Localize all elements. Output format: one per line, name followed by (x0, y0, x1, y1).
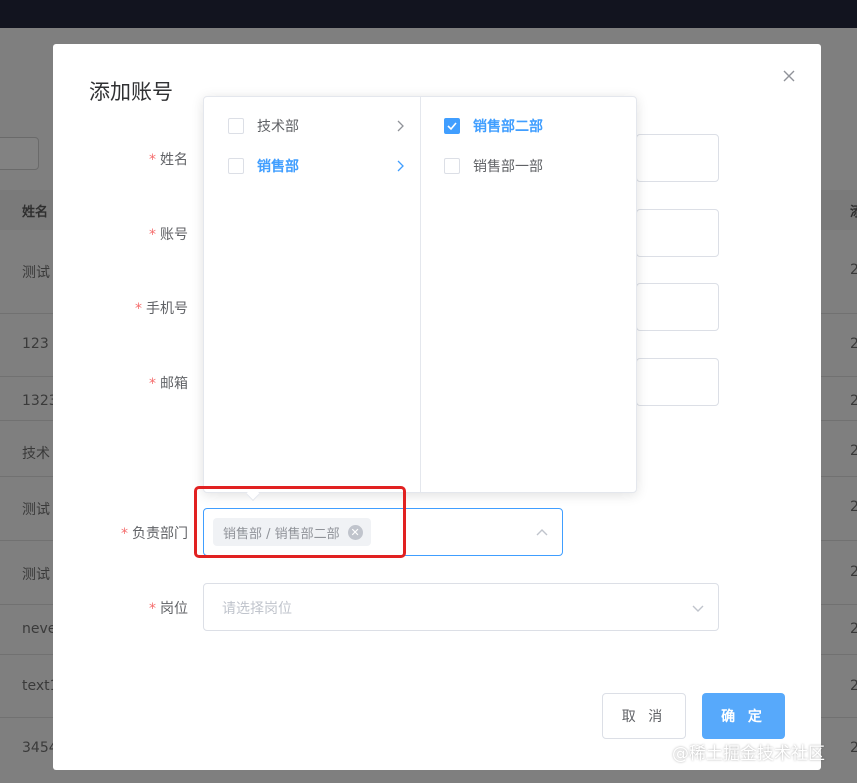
department-label: * 负责部门 (121, 526, 188, 542)
cascader-option-tech[interactable]: 技术部 (228, 109, 413, 143)
background-row-date: 2 (850, 499, 857, 515)
chevron-down-icon (692, 605, 704, 612)
app-topbar (0, 0, 857, 28)
background-row-date: 2 (850, 621, 857, 637)
background-row-date: 2 (850, 262, 857, 278)
required-mark: * (121, 526, 128, 542)
chevron-up-icon (536, 529, 548, 536)
position-label: * 岗位 (149, 601, 188, 617)
cancel-button[interactable]: 取 消 (602, 693, 686, 739)
background-row-name: 测试 (22, 502, 50, 518)
dialog-title: 添加账号 (89, 80, 173, 104)
required-mark: * (149, 152, 156, 168)
name-label: * 姓名 (149, 152, 188, 168)
background-row-name: neve (22, 621, 57, 637)
background-header-name: 姓名 (22, 205, 49, 220)
background-row-name: 测试 (22, 265, 50, 281)
background-row-date: 2 (850, 443, 857, 459)
account-label: * 账号 (149, 227, 188, 243)
cascader-option-sales[interactable]: 销售部 (228, 149, 413, 183)
background-row-date: 2 (850, 564, 857, 580)
checkbox[interactable] (228, 158, 244, 174)
required-mark: * (149, 601, 156, 617)
close-icon[interactable] (780, 68, 798, 86)
check-icon (447, 122, 457, 131)
cascader-option-sales-dept-2[interactable]: 销售部二部 (444, 109, 629, 143)
phone-label: * 手机号 (135, 301, 188, 317)
checkbox[interactable] (228, 118, 244, 134)
position-placeholder: 请选择岗位 (222, 601, 292, 617)
email-input[interactable] (636, 358, 719, 406)
name-input[interactable] (636, 134, 719, 182)
option-label: 技术部 (257, 119, 299, 135)
phone-input[interactable] (636, 283, 719, 331)
cascader-column-divider (420, 97, 421, 492)
background-row-date: 2 (850, 336, 857, 352)
option-label: 销售部二部 (473, 119, 543, 135)
checkbox[interactable] (444, 158, 460, 174)
position-select[interactable]: 请选择岗位 (203, 583, 719, 631)
required-mark: * (149, 227, 156, 243)
background-row-name: 测试 (22, 567, 50, 583)
option-label: 销售部一部 (473, 159, 543, 175)
checkbox-checked[interactable] (444, 118, 460, 134)
chevron-right-icon (397, 160, 404, 172)
background-row-date: 2 (850, 740, 857, 756)
required-mark: * (135, 301, 142, 317)
background-row-date: 2 (850, 678, 857, 694)
background-row-name: 技术 (22, 446, 50, 462)
confirm-button[interactable]: 确 定 (702, 693, 785, 739)
email-label: * 邮箱 (149, 376, 188, 392)
background-row-name: 123 (22, 336, 49, 352)
account-input[interactable] (636, 209, 719, 257)
background-row-date: 2 (850, 393, 857, 409)
cascader-dropdown: 技术部 销售部 销售部二部 销售部一部 (203, 96, 637, 502)
cascader-option-sales-dept-1[interactable]: 销售部一部 (444, 149, 629, 183)
option-label: 销售部 (257, 159, 299, 175)
background-search-input (0, 137, 39, 170)
chevron-right-icon (397, 120, 404, 132)
watermark: @稀土掘金技术社区 (672, 744, 825, 764)
required-mark: * (149, 376, 156, 392)
highlight-annotation-box (194, 486, 406, 558)
background-header-date: 添 (850, 205, 857, 220)
